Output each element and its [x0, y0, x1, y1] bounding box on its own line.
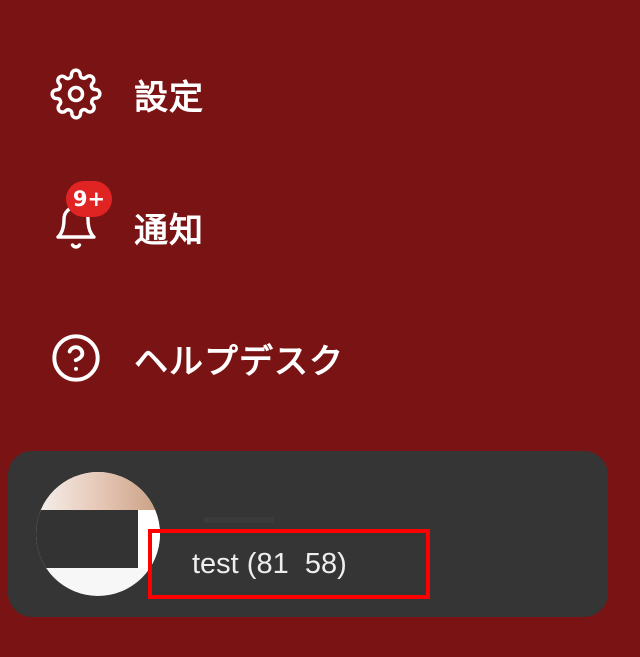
- user-card[interactable]: test (81 58): [8, 451, 608, 617]
- helpdesk-label: ヘルプデスク: [134, 341, 344, 382]
- menu-item-notifications[interactable]: 9+ 通知: [48, 181, 204, 257]
- avatar-redaction: [36, 510, 140, 568]
- settings-label: 設定: [134, 77, 204, 118]
- user-id-text: test (81 58): [192, 547, 347, 580]
- menu-item-settings[interactable]: 設定: [48, 64, 204, 124]
- user-id-highlight: test (81 58): [148, 529, 430, 599]
- notifications-label: 通知: [134, 210, 204, 251]
- avatar[interactable]: [36, 472, 160, 596]
- user-name-redacted: [204, 517, 274, 523]
- notification-badge: 9+: [66, 181, 112, 217]
- gear-icon: [48, 66, 104, 122]
- bell-icon: 9+: [48, 181, 112, 255]
- menu-item-helpdesk[interactable]: ヘルプデスク: [48, 328, 344, 388]
- question-circle-icon: [48, 330, 104, 386]
- avatar-image-top: [36, 472, 160, 512]
